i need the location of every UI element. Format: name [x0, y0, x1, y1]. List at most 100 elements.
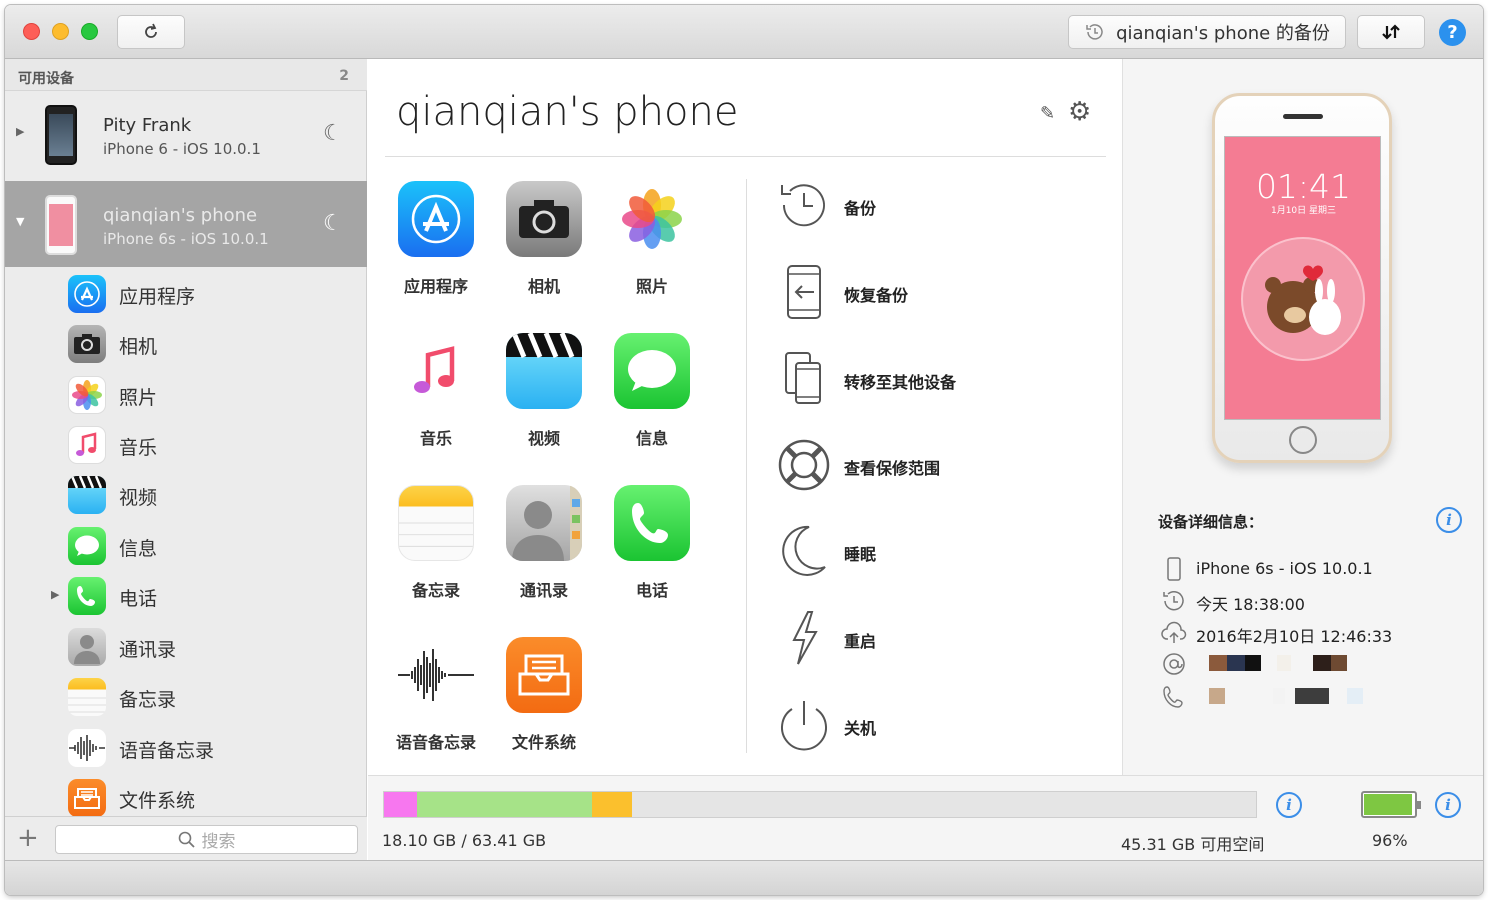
backup-history-button[interactable]: qianqian's phone 的备份: [1068, 15, 1346, 49]
storage-segment: [417, 792, 592, 817]
lock-screen-time: 01:41: [1255, 167, 1352, 206]
camera-icon: [506, 181, 582, 257]
lightning-icon: [773, 608, 835, 668]
sidebar-item-music[interactable]: 音乐: [5, 420, 367, 470]
app-tile-photos[interactable]: 照片: [598, 181, 706, 297]
action-backup[interactable]: 备份: [773, 175, 1103, 235]
lock-screen-preview: 01:41 1月10日 星期三: [1224, 136, 1381, 420]
power-icon: [773, 695, 835, 755]
title-divider: [385, 156, 1106, 157]
battery-percent: 96%: [1372, 831, 1408, 850]
detail-row-phone-number: [1161, 684, 1461, 710]
app-tile-apps[interactable]: 应用程序: [382, 181, 490, 297]
detail-row-email: [1161, 651, 1461, 677]
action-label: 关机: [844, 719, 877, 738]
action-transfer[interactable]: 转移至其他设备: [773, 349, 1103, 409]
action-restore-backup[interactable]: 恢复备份: [773, 262, 1103, 322]
device-thumbnail: [45, 195, 77, 255]
expand-triangle-icon[interactable]: ▶: [51, 588, 59, 601]
battery-fill: [1364, 794, 1412, 815]
zoom-window-button[interactable]: [81, 23, 98, 40]
sidebar-item-messages[interactable]: 信息: [5, 521, 367, 571]
messages-icon: [68, 527, 106, 565]
action-warranty[interactable]: 查看保修范围: [773, 435, 1103, 495]
device-row-qianqian[interactable]: ▼ qianqian's phone iPhone 6s - iOS 10.0.…: [5, 181, 367, 267]
messages-icon: [614, 333, 690, 409]
add-icon[interactable]: +: [17, 823, 39, 853]
sidebar-item-photos[interactable]: 照片: [5, 370, 367, 420]
app-tile-file-system[interactable]: 文件系统: [490, 637, 598, 753]
app-tile-messages[interactable]: 信息: [598, 333, 706, 449]
device-icon: [1167, 557, 1181, 581]
app-tile-label: 电话: [635, 581, 668, 600]
gear-icon[interactable]: ⚙: [1068, 97, 1091, 127]
sidebar-item-label: 照片: [119, 387, 158, 409]
action-label: 备份: [844, 199, 877, 218]
sidebar-item-label: 视频: [119, 487, 158, 509]
device-model: iPhone 6s - iOS 10.0.1: [103, 230, 269, 248]
app-store-icon: [398, 181, 474, 257]
app-tile-video[interactable]: 视频: [490, 333, 598, 449]
app-tile-voice-memos[interactable]: 语音备忘录: [382, 637, 490, 753]
sidebar-item-label: 通讯录: [119, 639, 177, 661]
sidebar-item-label: 电话: [119, 588, 158, 610]
backup-label: qianqian's phone 的备份: [1116, 23, 1330, 44]
expand-triangle-icon[interactable]: ▶: [16, 125, 24, 138]
app-tile-music[interactable]: 音乐: [382, 333, 490, 449]
sleep-moon-icon[interactable]: ☾: [323, 211, 343, 236]
refresh-button[interactable]: [117, 15, 185, 49]
video-icon: [506, 333, 582, 409]
sidebar-item-notes[interactable]: 备忘录: [5, 672, 367, 722]
sidebar-item-label: 备忘录: [119, 689, 177, 711]
help-button[interactable]: ?: [1439, 19, 1466, 46]
app-tile-contacts[interactable]: 通讯录: [490, 485, 598, 601]
app-tile-label: 信息: [635, 429, 668, 448]
rename-pencil-icon[interactable]: ✎: [1040, 103, 1055, 124]
contacts-icon: [506, 485, 582, 561]
restore-backup-icon: [773, 262, 835, 322]
sidebar-item-apps[interactable]: 应用程序: [5, 269, 367, 319]
detail-text: 今天 18:38:00: [1196, 595, 1305, 614]
battery-info-icon[interactable]: i: [1435, 792, 1461, 818]
search-placeholder: 搜索: [201, 832, 236, 852]
details-info-icon[interactable]: i: [1436, 507, 1462, 533]
sidebar-item-video[interactable]: 视频: [5, 470, 367, 520]
app-tile-camera[interactable]: 相机: [490, 181, 598, 297]
redacted-block: [1209, 655, 1227, 671]
storage-panel: 18.10 GB / 63.41 GB 45.31 GB 可用空间 i 96% …: [368, 775, 1483, 860]
action-label: 查看保修范围: [844, 459, 941, 478]
sidebar-item-label: 音乐: [119, 437, 158, 459]
sleep-moon-icon[interactable]: ☾: [323, 121, 343, 146]
search-input[interactable]: 搜索: [55, 825, 358, 854]
collapse-triangle-icon[interactable]: ▼: [16, 215, 24, 228]
app-tile-label: 照片: [635, 277, 668, 296]
sidebar-item-camera[interactable]: 相机: [5, 319, 367, 369]
device-overview: qianqian's phone ✎ ⚙ 应用程序 相机 照片 音乐 视频 信息…: [368, 59, 1122, 775]
action-restart[interactable]: 重启: [773, 608, 1103, 668]
close-window-button[interactable]: [23, 23, 40, 40]
app-tile-label: 通讯录: [519, 581, 568, 600]
redacted-block: [1277, 655, 1291, 671]
file-system-icon: [506, 637, 582, 713]
title-bar: qianqian's phone 的备份 ?: [5, 5, 1483, 59]
app-tile-phone[interactable]: 电话: [598, 485, 706, 601]
action-label: 转移至其他设备: [844, 373, 957, 392]
action-sleep[interactable]: 睡眠: [773, 521, 1103, 581]
sidebar-item-label: 信息: [119, 538, 158, 560]
transfer-button[interactable]: [1357, 15, 1425, 49]
minimize-window-button[interactable]: [52, 23, 69, 40]
app-tile-notes[interactable]: 备忘录: [382, 485, 490, 601]
action-shutdown[interactable]: 关机: [773, 695, 1103, 755]
device-name: qianqian's phone: [103, 205, 258, 226]
sidebar-item-phone[interactable]: ▶ 电话: [5, 571, 367, 621]
sidebar-item-voice-memos[interactable]: 语音备忘录: [5, 723, 367, 773]
storage-info-icon[interactable]: i: [1276, 792, 1302, 818]
photos-icon: [68, 376, 106, 414]
app-tile-label: 备忘录: [411, 581, 460, 600]
storage-free: 45.31 GB 可用空间: [1121, 835, 1265, 854]
storage-segment: [591, 792, 633, 817]
app-tile-label: 视频: [527, 429, 560, 448]
sidebar-item-contacts[interactable]: 通讯录: [5, 622, 367, 672]
device-row-pity-frank[interactable]: ▶ Pity Frank iPhone 6 - iOS 10.0.1 ☾: [5, 91, 367, 177]
contacts-icon: [68, 628, 106, 666]
